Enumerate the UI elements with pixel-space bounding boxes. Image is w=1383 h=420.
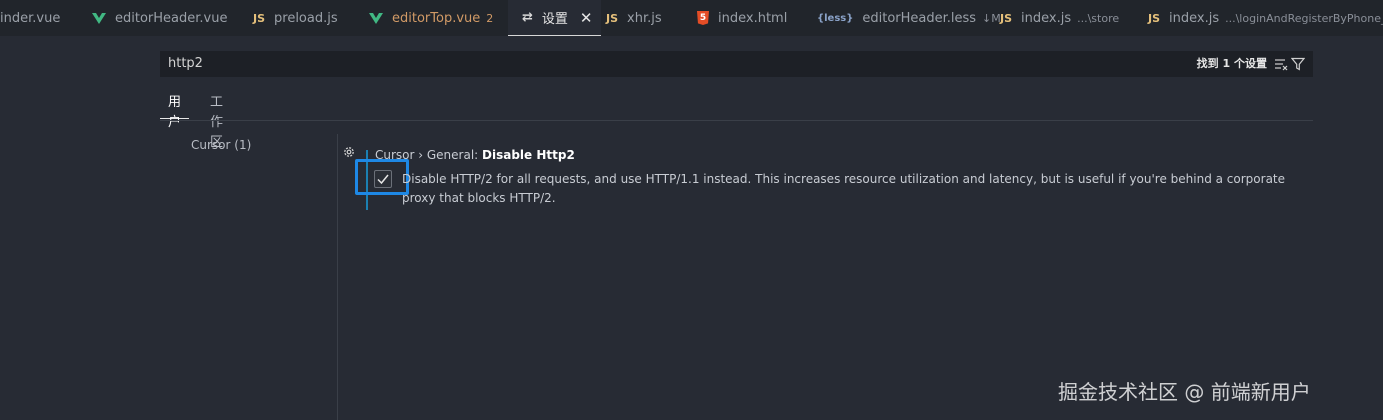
gear-icon[interactable] <box>342 145 356 159</box>
setting-description: Disable HTTP/2 for all requests, and use… <box>402 172 1286 205</box>
tab-inder-vue[interactable]: inder.vue <box>0 0 60 36</box>
js-icon: JS <box>253 11 266 25</box>
search-result-count: 找到 1 个设置 <box>1196 57 1267 70</box>
filter-icon[interactable] <box>1291 57 1305 71</box>
settings-search-box[interactable]: http2 找到 1 个设置 <box>160 51 1313 77</box>
tab-label: preload.js <box>274 10 338 26</box>
tab-path: ...\store <box>1077 11 1120 25</box>
vue-icon <box>369 12 383 24</box>
js-icon: JS <box>606 11 619 25</box>
tab-path: ...\loginAndRegisterByPhone_zh <box>1225 11 1383 25</box>
tab-workspace[interactable]: 工作区 <box>202 93 231 150</box>
tab-label: index.js <box>1021 10 1072 26</box>
scope-divider <box>160 120 1313 121</box>
tab-editorheader-less[interactable]: {less} editorHeader.less ↓M <box>817 0 1001 36</box>
less-icon: {less} <box>817 12 854 24</box>
tab-index-js-store[interactable]: JS index.js ...\store <box>1000 0 1119 36</box>
vue-icon <box>92 12 106 24</box>
checkbox-highlight <box>355 159 409 195</box>
clear-filter-icon[interactable] <box>1274 57 1288 71</box>
tab-label: xhr.js <box>627 10 662 26</box>
tab-label: index.html <box>718 10 788 26</box>
tab-index-html[interactable]: 5 index.html <box>697 0 787 36</box>
tab-label: editorTop.vue <box>392 10 481 26</box>
tab-label: editorHeader.less <box>862 10 977 26</box>
settings-icon: ⇄ <box>522 10 533 25</box>
tab-xhr-js[interactable]: JS xhr.js <box>606 0 662 36</box>
toc-item-cursor[interactable]: Cursor (1) <box>191 138 251 152</box>
watermark: 掘金技术社区 @ 前端新用户 <box>1058 380 1311 404</box>
tab-preload-js[interactable]: JS preload.js <box>253 0 338 36</box>
js-icon: JS <box>1148 11 1161 25</box>
setting-name: Disable Http2 <box>482 148 575 162</box>
problem-count-badge: 2 <box>486 11 494 25</box>
tab-label: inder.vue <box>0 10 61 26</box>
tab-editorheader-vue[interactable]: editorHeader.vue <box>92 0 227 36</box>
tab-label: editorHeader.vue <box>115 10 228 26</box>
tab-index-js-login[interactable]: JS index.js ...\loginAndRegisterByPhone_… <box>1148 0 1383 36</box>
tab-editortop-vue[interactable]: editorTop.vue 2 <box>369 0 493 36</box>
toc-divider <box>337 134 338 420</box>
js-icon: JS <box>1000 11 1013 25</box>
git-status-badge: ↓M <box>982 11 1001 25</box>
close-icon[interactable]: ✕ <box>580 9 593 27</box>
tab-label: 设置 <box>541 12 568 27</box>
tab-label: index.js <box>1169 10 1220 26</box>
tab-settings[interactable]: ⇄ 设置 ✕ <box>508 0 601 36</box>
editor-tab-bar: inder.vue editorHeader.vue JS preload.js… <box>0 0 1383 36</box>
tab-user[interactable]: 用户 <box>160 93 190 130</box>
search-input[interactable]: http2 <box>168 51 203 77</box>
html-icon: 5 <box>697 11 709 25</box>
